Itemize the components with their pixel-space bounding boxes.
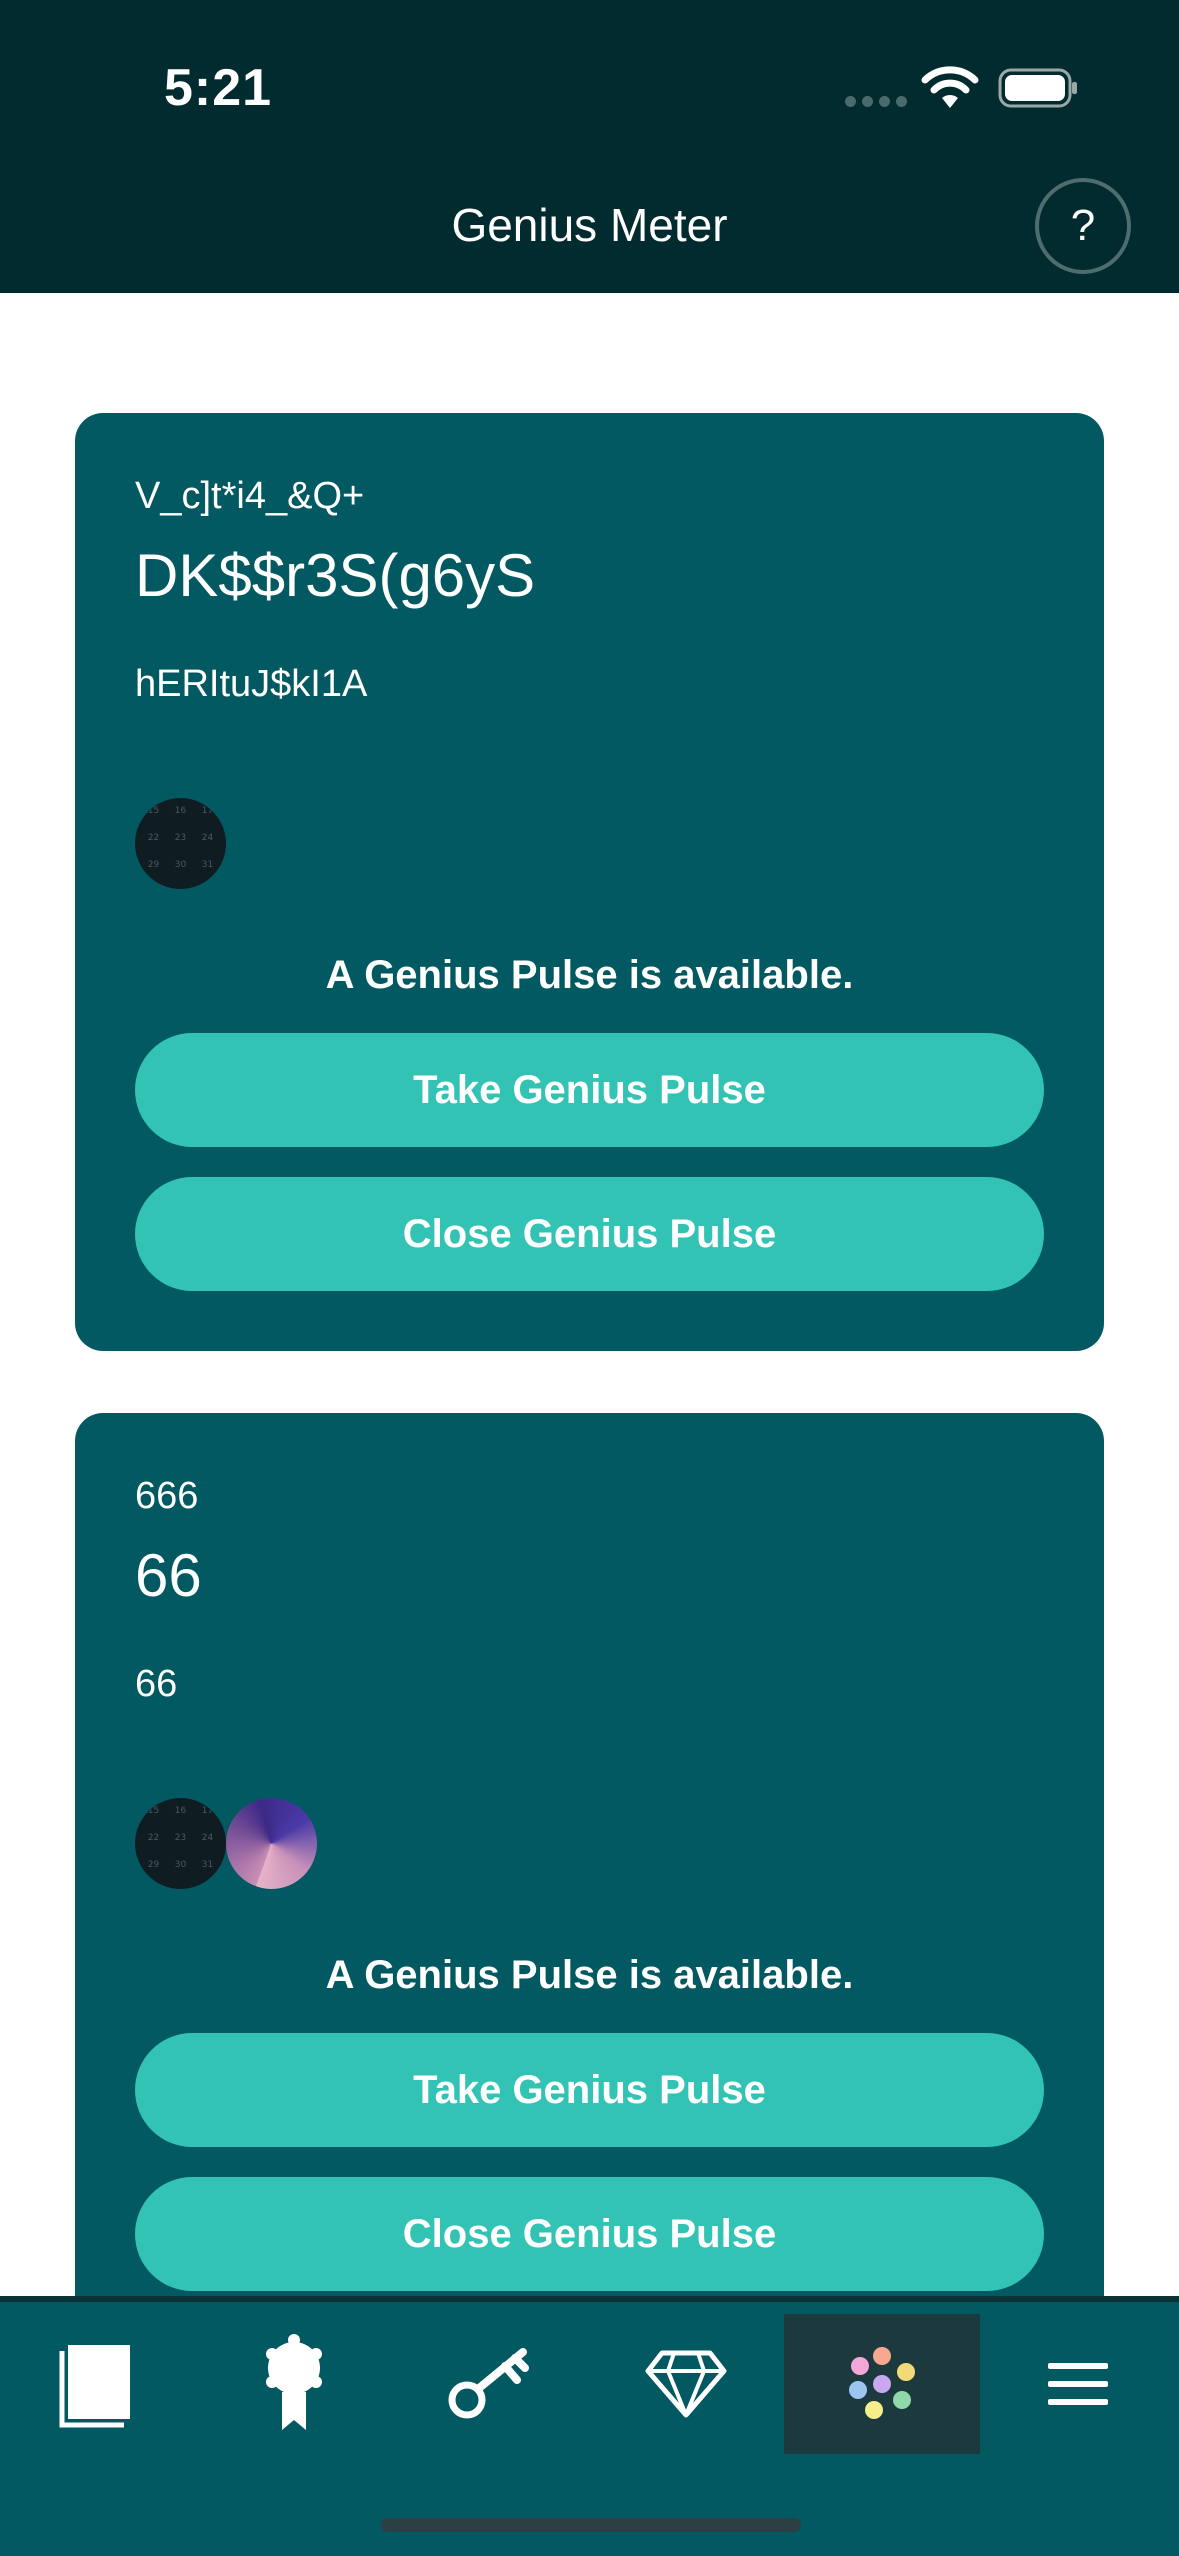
take-genius-pulse-button[interactable]: Take Genius Pulse	[135, 1033, 1044, 1147]
artwork-avatar	[226, 1798, 317, 1889]
card-eyebrow: 666	[135, 1475, 199, 1517]
genius-pulse-card: V_c]t*i4_&Q+ DK$$r3S(g6yS hERItuJ$kI1A 1…	[75, 413, 1104, 1351]
page-title: Genius Meter	[451, 199, 728, 251]
tab-achievements[interactable]	[196, 2314, 392, 2454]
status-time: 5:21	[164, 59, 273, 117]
bottom-tab-bar	[0, 2296, 1179, 2556]
card-subtitle: hERItuJ$kI1A	[135, 663, 368, 705]
avatar-row: 15 16 17 22 23 24 29 30 31	[135, 798, 226, 889]
cellular-signal-icon	[845, 96, 907, 107]
close-genius-pulse-button[interactable]: Close Genius Pulse	[135, 1177, 1044, 1291]
avatar-row: 15 16 17 22 23 24 29 30 31	[135, 1798, 317, 1889]
tab-genius-meter[interactable]	[784, 2314, 980, 2454]
menu-icon	[1048, 2363, 1108, 2405]
pulse-available-note: A Genius Pulse is available.	[325, 1953, 854, 1997]
help-button[interactable]: ?	[1035, 178, 1131, 274]
tab-keys[interactable]	[392, 2314, 588, 2454]
home-indicator	[381, 2518, 801, 2532]
flower-dots-icon	[849, 2347, 915, 2419]
pulse-available-note: A Genius Pulse is available.	[325, 953, 854, 997]
card-subtitle: 66	[135, 1663, 178, 1705]
tab-menu[interactable]	[980, 2314, 1176, 2454]
genius-pulse-card: 666 66 66 15 16 17 22 23 24 29 30 31 A Genius …	[75, 1413, 1104, 2413]
award-ribbon-icon	[266, 2334, 322, 2430]
calendar-avatar: 15 16 17 22 23 24 29 30 31	[135, 1798, 226, 1889]
diamond-icon	[645, 2350, 727, 2418]
card-eyebrow: V_c]t*i4_&Q+	[135, 475, 365, 517]
wifi-icon	[921, 66, 979, 108]
card-title: DK$$r3S(g6yS	[135, 542, 536, 609]
take-genius-pulse-button[interactable]: Take Genius Pulse	[135, 2033, 1044, 2147]
app-header: 5:21 Genius Meter ?	[0, 0, 1179, 293]
card-title: 66	[135, 1542, 202, 1609]
tab-gems[interactable]	[588, 2314, 784, 2454]
calendar-avatar: 15 16 17 22 23 24 29 30 31	[135, 798, 226, 889]
book-icon	[59, 2345, 130, 2428]
tab-library[interactable]	[0, 2314, 196, 2454]
key-icon	[448, 2348, 529, 2419]
close-genius-pulse-button[interactable]: Close Genius Pulse	[135, 2177, 1044, 2291]
battery-icon	[998, 68, 1077, 108]
